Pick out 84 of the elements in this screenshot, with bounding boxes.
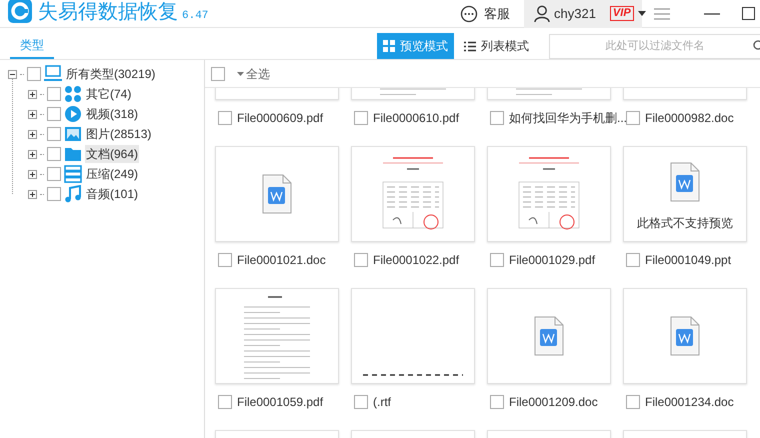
- checkbox[interactable]: [47, 187, 61, 201]
- file-checkbox[interactable]: [218, 395, 232, 409]
- tree-item[interactable]: 视频(318): [85, 105, 140, 123]
- expand-icon[interactable]: [28, 90, 37, 98]
- file-checkbox[interactable]: [218, 253, 232, 267]
- expand-icon[interactable]: [28, 130, 37, 138]
- checkbox[interactable]: [47, 87, 61, 101]
- file-name: File0001234.doc: [645, 394, 734, 411]
- word-document-icon: [670, 162, 700, 202]
- menu-icon[interactable]: [654, 8, 670, 20]
- file-checkbox[interactable]: [354, 253, 368, 267]
- file-thumbnail[interactable]: [215, 146, 339, 242]
- select-all-button[interactable]: 全选: [237, 64, 270, 82]
- checkbox[interactable]: [47, 107, 61, 121]
- logo-icon: [8, 0, 32, 22]
- tree-item[interactable]: 图片(28513): [85, 125, 152, 143]
- file-name: File0000609.pdf: [237, 110, 324, 127]
- file-thumbnail[interactable]: [351, 288, 475, 384]
- play-icon: [64, 105, 82, 123]
- file-checkbox[interactable]: [490, 253, 504, 267]
- view-mode-tab[interactable]: 列表模式: [458, 33, 535, 59]
- select-all-checkbox[interactable]: [211, 66, 225, 80]
- user-icon: [534, 4, 550, 22]
- file-checkbox[interactable]: [626, 111, 640, 125]
- file-name: File0000982.doc: [645, 110, 734, 127]
- expand-icon[interactable]: [28, 170, 37, 178]
- app-title: 失易得数据恢复: [38, 2, 178, 22]
- version-label: 6.47: [182, 9, 208, 24]
- file-name: File0001049.ppt: [645, 252, 732, 269]
- folder-icon: [64, 145, 82, 163]
- file-checkbox[interactable]: [626, 253, 640, 267]
- no-preview-text: 此格式不支持预览: [637, 215, 733, 232]
- checkbox[interactable]: [47, 167, 61, 181]
- archive-icon: [64, 165, 82, 183]
- support-button[interactable]: 客服: [458, 0, 512, 28]
- username: chy321: [554, 4, 596, 23]
- tree-item[interactable]: 压缩(249): [85, 165, 140, 183]
- file-checkbox[interactable]: [354, 111, 368, 125]
- word-document-icon: [262, 174, 292, 214]
- filter-field[interactable]: 此处可以过滤文件名: [549, 34, 760, 58]
- grid-icon: [383, 40, 395, 52]
- word-document-icon: [670, 316, 700, 356]
- file-thumbnail[interactable]: [215, 288, 339, 384]
- file-thumbnail[interactable]: [487, 146, 611, 242]
- file-name: File0001022.pdf: [373, 252, 460, 269]
- expand-icon[interactable]: [28, 190, 37, 198]
- chat-icon: [460, 4, 478, 22]
- tree-item[interactable]: 音频(101): [85, 185, 140, 203]
- file-name: File0001209.doc: [509, 394, 598, 411]
- checkbox[interactable]: [47, 147, 61, 161]
- file-checkbox[interactable]: [354, 395, 368, 409]
- computer-icon: [44, 65, 62, 83]
- file-checkbox[interactable]: [490, 111, 504, 125]
- vip-badge: VIP: [610, 6, 634, 21]
- caret-icon: [638, 11, 646, 16]
- expand-icon[interactable]: [28, 110, 37, 118]
- list-icon: [464, 40, 476, 52]
- collapse-icon[interactable]: [8, 70, 17, 78]
- file-name: File0001029.pdf: [509, 252, 596, 269]
- file-checkbox[interactable]: [626, 395, 640, 409]
- tree-item[interactable]: 文档(964): [85, 145, 140, 163]
- dots-grid-icon: [64, 85, 82, 103]
- word-document-icon: [534, 316, 564, 356]
- caret-icon: [237, 72, 244, 76]
- file-name: File0001059.pdf: [237, 394, 324, 411]
- tree-item[interactable]: 所有类型(30219): [65, 65, 156, 83]
- expand-icon[interactable]: [28, 150, 37, 158]
- file-thumbnail[interactable]: [351, 146, 475, 242]
- tree-item[interactable]: 其它(74): [85, 85, 132, 103]
- file-thumbnail[interactable]: [623, 288, 747, 384]
- maximize-icon[interactable]: [742, 7, 755, 20]
- file-name: File0000610.pdf: [373, 110, 460, 127]
- file-name: (.rtf: [373, 394, 391, 411]
- file-checkbox[interactable]: [218, 111, 232, 125]
- file-checkbox[interactable]: [490, 395, 504, 409]
- image-icon: [64, 125, 82, 143]
- file-thumbnail[interactable]: 此格式不支持预览: [623, 146, 747, 242]
- file-name: File0001021.doc: [237, 252, 326, 269]
- checkbox[interactable]: [47, 127, 61, 141]
- minimize-icon[interactable]: [704, 12, 720, 14]
- file-thumbnail[interactable]: [487, 288, 611, 384]
- checkbox[interactable]: [27, 67, 41, 81]
- file-name: 如何找回华为手机删...: [509, 110, 628, 127]
- music-note-icon: [64, 185, 82, 203]
